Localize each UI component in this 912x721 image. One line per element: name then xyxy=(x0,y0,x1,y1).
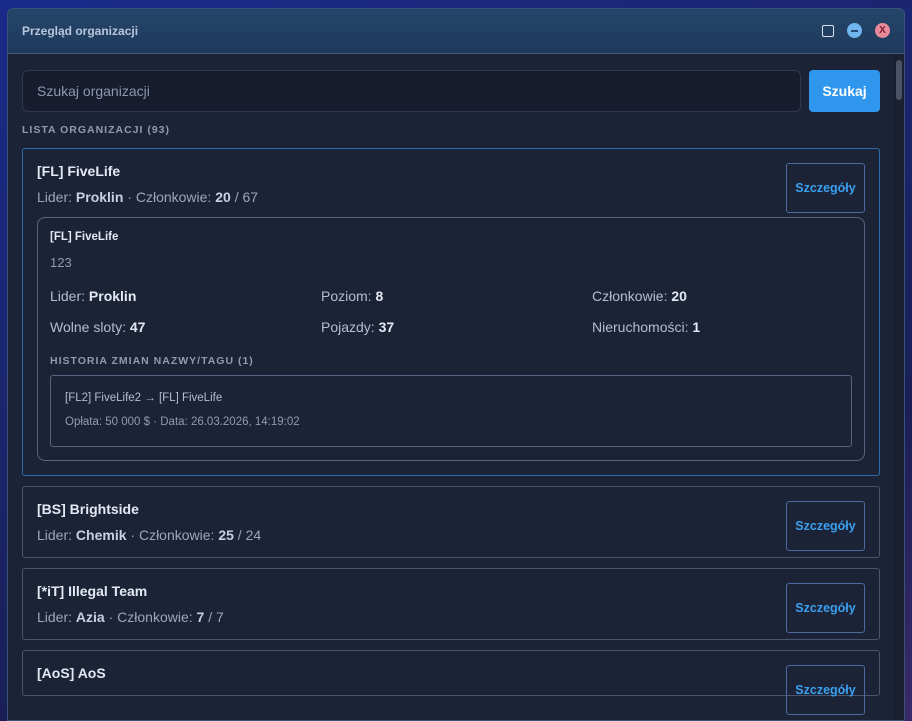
members-max: 24 xyxy=(245,527,262,543)
org-meta: Lider: Proklin · Członkowie: 20 / 67 xyxy=(37,189,865,205)
organization-list-heading: LISTA ORGANIZACJI (93) xyxy=(22,124,171,136)
org-name: [FL] FiveLife xyxy=(37,163,121,179)
members-sep: / xyxy=(237,527,242,543)
scrollbar-thumb[interactable] xyxy=(896,60,902,100)
separator: · xyxy=(127,189,132,205)
label: Nieruchomości: xyxy=(592,319,689,335)
maximize-icon[interactable] xyxy=(822,24,834,37)
org-meta: Lider: Azia · Członkowie: 7 / 7 xyxy=(37,609,865,625)
label: Wolne sloty: xyxy=(50,319,126,335)
label: Lider: xyxy=(50,288,86,304)
value: 1 xyxy=(692,319,701,335)
leader-label: Lider: xyxy=(37,527,73,543)
members-current: 7 xyxy=(196,609,205,625)
search-row: Szukaj xyxy=(22,70,880,112)
organization-overview-window: Przegląd organizacji X Szukaj LISTA ORGA… xyxy=(7,8,905,721)
details-button[interactable]: Szczegóły xyxy=(786,501,865,551)
org-card: [*iT] Illegal Team Lider: Azia · Członko… xyxy=(22,568,880,640)
detail-leader: Lider: Proklin xyxy=(50,288,321,304)
org-meta: Lider: Chemik · Członkowie: 25 / 24 xyxy=(37,527,865,543)
value: Proklin xyxy=(88,288,137,304)
detail-description: 123 xyxy=(50,255,72,270)
value: 37 xyxy=(378,319,395,335)
org-card: [BS] Brightside Lider: Chemik · Członkow… xyxy=(22,486,880,558)
leader-name: Proklin xyxy=(75,189,124,205)
detail-free-slots: Wolne sloty: 47 xyxy=(50,319,321,335)
main-content: Szukaj LISTA ORGANIZACJI (93) [FL] FiveL… xyxy=(8,54,894,720)
leader-label: Lider: xyxy=(37,189,73,205)
value: 8 xyxy=(375,288,384,304)
title-bar[interactable]: Przegląd organizacji X xyxy=(8,9,904,54)
minimize-icon[interactable] xyxy=(847,23,862,38)
detail-stats: Lider: Proklin Poziom: 8 Członkowie: 20 … xyxy=(50,288,852,335)
members-label: Członkowie: xyxy=(138,527,215,543)
window-title: Przegląd organizacji xyxy=(22,24,139,38)
org-name: [BS] Brightside xyxy=(37,501,139,517)
detail-members: Członkowie: 20 xyxy=(592,288,852,304)
search-button[interactable]: Szukaj xyxy=(809,70,880,112)
org-card: [AoS] AoS Szczegóły xyxy=(22,650,880,715)
detail-level: Poziom: 8 xyxy=(321,288,592,304)
members-sep: / xyxy=(208,609,213,625)
members-max: 7 xyxy=(216,609,224,625)
members-label: Członkowie: xyxy=(135,189,212,205)
members-current: 25 xyxy=(218,527,234,543)
org-name: [AoS] AoS xyxy=(37,665,106,681)
history-heading: HISTORIA ZMIAN NAZWY/TAGU (1) xyxy=(50,355,254,367)
detail-properties: Nieruchomości: 1 xyxy=(592,319,852,335)
value: 47 xyxy=(129,319,146,335)
leader-label: Lider: xyxy=(37,609,73,625)
history-meta: Opłata: 50 000 $ · Data: 26.03.2026, 14:… xyxy=(65,416,300,428)
org-name: [*iT] Illegal Team xyxy=(37,583,148,599)
history-change: [FL2] FiveLife2 → [FL] FiveLife xyxy=(65,392,223,404)
scrollbar[interactable] xyxy=(894,54,904,720)
org-card: [FL] FiveLife Lider: Proklin · Członkowi… xyxy=(22,148,880,476)
detail-org-name: [FL] FiveLife xyxy=(50,231,119,243)
search-input[interactable] xyxy=(22,70,801,112)
separator: · xyxy=(130,527,136,543)
members-sep: / xyxy=(234,189,239,205)
leader-name: Azia xyxy=(75,609,105,625)
detail-vehicles: Pojazdy: 37 xyxy=(321,319,592,335)
label: Pojazdy: xyxy=(321,319,375,335)
members-current: 20 xyxy=(215,189,231,205)
separator: · xyxy=(108,609,114,625)
label: Poziom: xyxy=(321,288,372,304)
details-button[interactable]: Szczegóły xyxy=(786,583,865,633)
members-max: 67 xyxy=(242,189,259,205)
details-button[interactable]: Szczegóły xyxy=(786,163,865,213)
members-label: Członkowie: xyxy=(117,609,193,625)
value: 20 xyxy=(671,288,687,304)
history-entry: [FL2] FiveLife2 → [FL] FiveLife Opłata: … xyxy=(50,375,852,447)
org-detail-panel: [FL] FiveLife 123 Lider: Proklin Poziom:… xyxy=(37,217,865,461)
close-icon[interactable]: X xyxy=(875,23,890,38)
details-button[interactable]: Szczegóły xyxy=(786,665,865,715)
label: Członkowie: xyxy=(592,288,668,304)
leader-name: Chemik xyxy=(75,527,127,543)
window-controls: X xyxy=(822,23,890,38)
